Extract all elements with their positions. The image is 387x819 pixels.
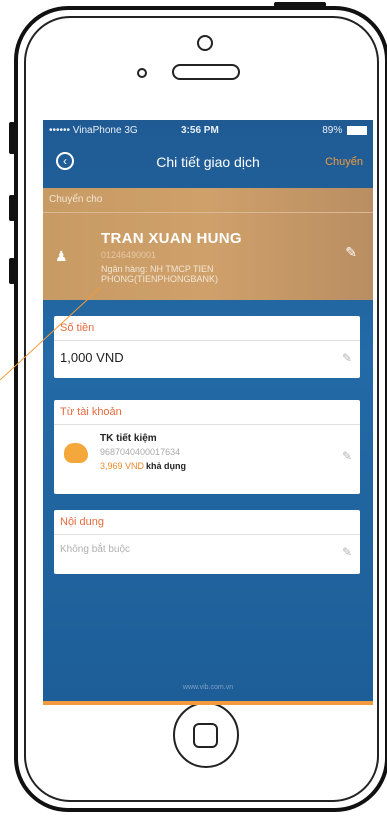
note-title: Nội dung — [54, 510, 360, 535]
edit-account-icon[interactable]: ✎ — [342, 449, 352, 463]
battery-indicator: 89% — [322, 125, 367, 136]
note-card: Nội dung Không bắt buộc ✎ — [54, 510, 360, 574]
transfer-button[interactable]: Chuyển — [325, 156, 363, 168]
edit-note-icon[interactable]: ✎ — [342, 545, 352, 559]
available-label: khả dụng — [146, 461, 186, 471]
battery-percent: 89% — [322, 125, 343, 136]
home-square-icon — [193, 723, 218, 748]
footer-url: www.vib.com.vn — [182, 684, 234, 691]
account-name: TK tiết kiệm — [100, 433, 157, 444]
note-input[interactable]: Không bắt buộc — [60, 544, 130, 555]
account-selector[interactable]: TK tiết kiệm 9687040400017634 3,969 VND … — [54, 425, 360, 495]
from-account-card: Từ tài khoản TK tiết kiệm 96870404000176… — [54, 400, 360, 494]
edit-recipient-icon[interactable]: ✎ — [345, 244, 357, 261]
battery-icon — [347, 125, 367, 135]
edit-amount-icon[interactable]: ✎ — [342, 351, 352, 365]
piggy-bank-icon — [64, 443, 88, 463]
from-account-title: Từ tài khoản — [54, 400, 360, 425]
account-balance: 3,969 VND — [100, 461, 145, 471]
accent-bar — [43, 701, 373, 705]
annotation-line — [0, 287, 101, 381]
account-number: 9687040400017634 — [100, 447, 181, 457]
